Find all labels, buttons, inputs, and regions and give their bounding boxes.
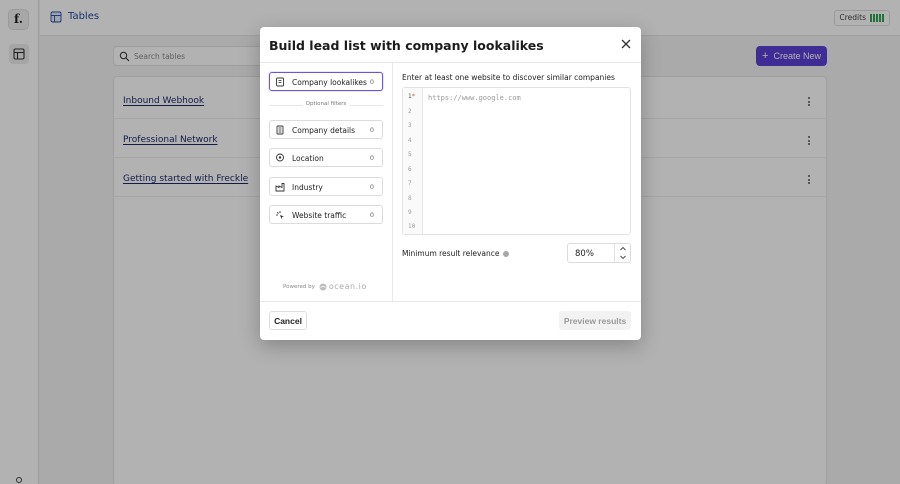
filter-label: Company lookalikes xyxy=(292,78,367,87)
location-pin-icon xyxy=(276,153,284,162)
line-number-gutter: 1* 2 3 4 5 6 7 8 9 10 xyxy=(403,88,423,234)
building-icon xyxy=(276,77,284,87)
filter-label: Location xyxy=(292,154,324,163)
relevance-value[interactable]: 80% xyxy=(575,249,594,259)
powered-by: Powered by ocean.io xyxy=(283,282,367,291)
cancel-button[interactable]: Cancel xyxy=(269,311,307,330)
traffic-icon xyxy=(276,211,284,219)
divider xyxy=(392,63,393,301)
factory-icon xyxy=(275,183,285,192)
line-number: 7 xyxy=(408,180,412,187)
filter-label: Company details xyxy=(292,126,356,135)
url-placeholder: https://www.google.com xyxy=(428,94,521,102)
filter-location[interactable]: Location 0 xyxy=(269,148,383,167)
line-number: 3 xyxy=(408,122,412,129)
divider xyxy=(260,301,641,302)
filter-website-traffic[interactable]: Website traffic 0 xyxy=(269,205,383,224)
provider-name: ocean.io xyxy=(328,282,367,291)
chevron-up-icon[interactable] xyxy=(618,244,628,253)
optional-filters-label: Optional filters xyxy=(302,101,350,107)
info-icon[interactable] xyxy=(502,250,509,257)
line-number: 4 xyxy=(408,136,412,144)
relevance-label: Minimum result relevance xyxy=(402,249,509,258)
line-number: 6 xyxy=(408,165,412,173)
relevance-stepper[interactable]: 80% xyxy=(567,243,631,263)
line-number: 2 xyxy=(408,107,412,115)
filter-label: Website traffic xyxy=(292,211,347,220)
filter-industry[interactable]: Industry 0 xyxy=(269,177,383,196)
filter-count: 0 xyxy=(369,154,374,162)
lookalikes-modal: Build lead list with company lookalikes … xyxy=(260,27,641,340)
line-number: 10 xyxy=(408,223,416,230)
line-number: 9 xyxy=(408,209,412,216)
provider-logo: ocean.io xyxy=(319,282,367,291)
chevron-down-icon[interactable] xyxy=(618,253,628,262)
company-icon xyxy=(276,125,284,135)
filter-count: 0 xyxy=(369,183,374,191)
preview-results-button[interactable]: Preview results xyxy=(559,311,631,330)
websites-prompt: Enter at least one website to discover s… xyxy=(402,73,615,82)
stepper-arrows xyxy=(614,244,630,262)
modal-title: Build lead list with company lookalikes xyxy=(269,38,544,53)
filter-count: 0 xyxy=(369,78,374,86)
filter-count: 0 xyxy=(369,211,374,219)
line-number: 5 xyxy=(408,151,412,158)
filter-count: 0 xyxy=(369,126,374,134)
divider xyxy=(260,62,641,63)
required-marker: * xyxy=(411,93,416,100)
filter-label: Industry xyxy=(292,183,323,192)
website-urls-input[interactable]: 1* 2 3 4 5 6 7 8 9 10 https://www.google… xyxy=(402,87,631,235)
close-icon[interactable] xyxy=(621,39,631,49)
optional-filters-separator: Optional filters xyxy=(269,99,383,111)
filter-company-lookalikes[interactable]: Company lookalikes 0 xyxy=(269,72,383,91)
line-number: 1* xyxy=(408,93,416,100)
filter-company-details[interactable]: Company details 0 xyxy=(269,120,383,139)
powered-by-label: Powered by xyxy=(283,283,315,290)
line-number: 8 xyxy=(408,194,412,202)
ocean-logo-icon xyxy=(319,283,327,290)
